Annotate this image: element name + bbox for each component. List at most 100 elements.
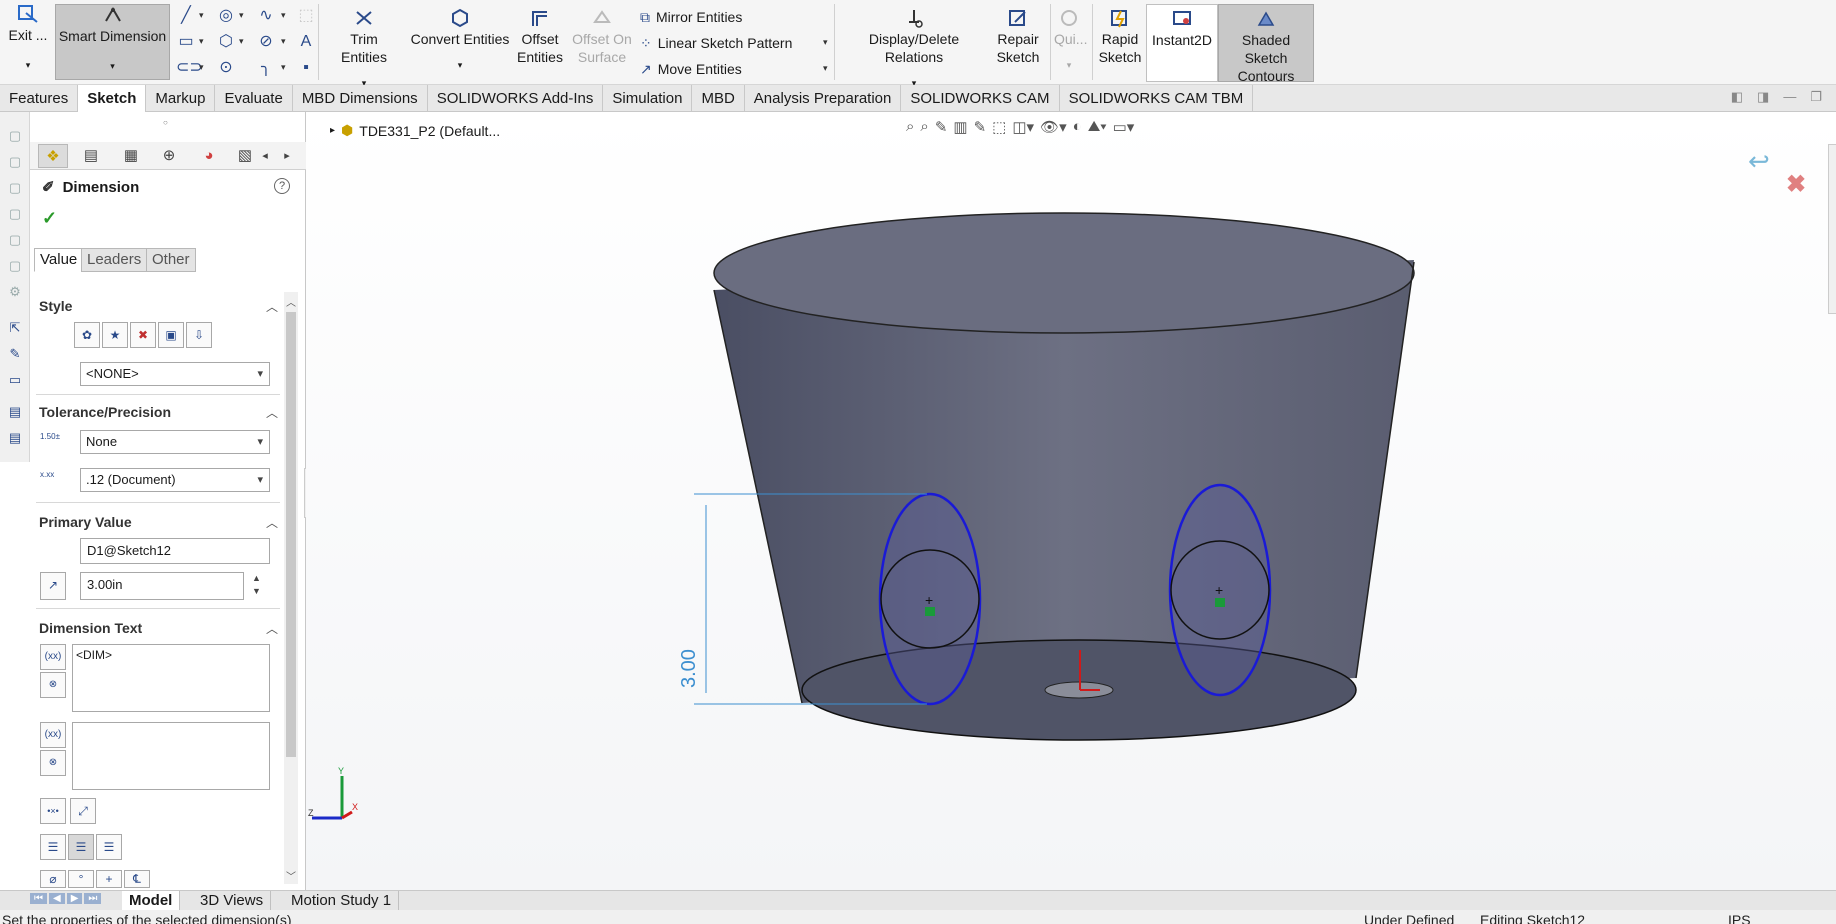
confirmation-corner[interactable]: ↩: [1748, 146, 1770, 177]
dimension-value-label[interactable]: 3.00: [678, 649, 701, 688]
pm-scrollbar-thumb[interactable]: [286, 312, 296, 757]
dimension-name-field[interactable]: D1@Sketch12: [80, 538, 270, 564]
convert-dropdown-icon[interactable]: ▾: [410, 56, 510, 74]
offset-on-surface-button[interactable]: Offset On Surface: [570, 8, 634, 66]
circle-dropdown-icon[interactable]: ▾: [239, 10, 244, 21]
previous-view-icon[interactable]: ✎: [935, 118, 948, 136]
ellipse-icon[interactable]: ⊘: [256, 32, 276, 52]
apply-style-icon[interactable]: ✿: [74, 322, 100, 348]
display-style-icon[interactable]: ◫▾: [1012, 118, 1034, 136]
spline-icon[interactable]: ∿: [256, 6, 276, 26]
tab-model[interactable]: Model: [122, 891, 181, 911]
rapid-sketch-button[interactable]: Rapid Sketch: [1096, 8, 1144, 66]
task-pane-edge[interactable]: [1828, 144, 1836, 314]
dimension-text-field-lower[interactable]: [72, 722, 270, 790]
convert-entities-button[interactable]: Convert Entities ▾: [410, 8, 510, 74]
dynamic-annotation-icon[interactable]: ✎: [974, 118, 987, 136]
instant2d-button[interactable]: Instant2D: [1146, 4, 1218, 82]
select-icon[interactable]: ⇱: [6, 320, 24, 336]
feature-tree-flyout[interactable]: ▸ ⬢ TDE331_P2 (Default...: [330, 122, 500, 139]
add-style-icon[interactable]: ★: [102, 322, 128, 348]
layers-icon[interactable]: ▤: [6, 404, 24, 420]
offset-text-icon[interactable]: ⤢: [70, 798, 96, 824]
feature-manager-tab-icon[interactable]: ❖: [38, 144, 68, 168]
scroll-up-icon[interactable]: ︿: [286, 294, 296, 309]
tab-solidworks-add-ins[interactable]: SOLIDWORKS Add-Ins: [428, 85, 604, 112]
configuration-manager-tab-icon[interactable]: ▦: [116, 144, 146, 168]
slot-dropdown-icon[interactable]: ▾: [199, 62, 204, 73]
section-view-icon[interactable]: ▥: [953, 118, 967, 136]
line-dropdown-icon[interactable]: ▾: [199, 10, 204, 21]
settings-icon[interactable]: ⚙: [6, 284, 24, 300]
document-icon[interactable]: ▢: [6, 154, 24, 170]
dimxpert-tab-icon[interactable]: ⊕: [154, 144, 184, 168]
polygon-icon[interactable]: ⬡: [216, 32, 236, 52]
text-icon[interactable]: A: [296, 32, 316, 52]
tab-nav-buttons[interactable]: ⏮ ◀ ▶ ⏭: [30, 893, 102, 904]
style-select[interactable]: <NONE> ▾: [80, 362, 270, 386]
collapse-icon[interactable]: ︿: [266, 298, 278, 315]
sketch-ellipse-left[interactable]: +: [878, 492, 982, 706]
polygon-dropdown-icon[interactable]: ▾: [239, 36, 244, 47]
scroll-left-icon[interactable]: ◂: [258, 144, 272, 168]
add-parentheses-icon[interactable]: (xx): [40, 644, 66, 670]
tab-motion-study[interactable]: Motion Study 1: [284, 891, 400, 911]
rectangle-icon[interactable]: ▭: [176, 32, 196, 52]
zoom-to-area-icon[interactable]: ⌕: [920, 118, 928, 136]
mirror-entities-button[interactable]: ⧉ Mirror Entities: [640, 6, 742, 28]
tab-markup[interactable]: Markup: [146, 85, 216, 112]
load-style-icon[interactable]: ⇩: [186, 322, 212, 348]
spline-dropdown-icon[interactable]: ▾: [281, 10, 286, 21]
add-parentheses-icon[interactable]: (xx): [40, 722, 66, 748]
line-icon[interactable]: ╱: [176, 6, 196, 26]
units-indicator[interactable]: IPS: [1728, 912, 1751, 924]
inspection-dimension-icon[interactable]: ⊗: [40, 672, 66, 698]
display-manager-tab-icon[interactable]: ◕: [194, 144, 224, 168]
sketch-edit-icon[interactable]: ✎: [6, 346, 24, 362]
align-left-icon[interactable]: ☰: [40, 834, 66, 860]
help-icon[interactable]: ?: [274, 178, 290, 194]
minimize-icon[interactable]: —: [1783, 89, 1796, 105]
diameter-symbol-icon[interactable]: ⌀: [40, 870, 66, 888]
dimension-text-field[interactable]: <DIM>: [72, 644, 270, 712]
slot-icon[interactable]: ⊂⊃: [176, 58, 203, 78]
inspection-dimension-icon[interactable]: ⊗: [40, 750, 66, 776]
tab-simulation[interactable]: Simulation: [603, 85, 693, 112]
reverse-direction-icon[interactable]: ↗: [40, 572, 66, 600]
cam-tab-icon[interactable]: ▧: [230, 144, 260, 168]
linear-pattern-dropdown-icon[interactable]: ▾: [823, 37, 828, 48]
value-spinner-icon[interactable]: ▲ ▼: [252, 572, 261, 598]
document-icon[interactable]: ▢: [6, 128, 24, 144]
tab-analysis-preparation[interactable]: Analysis Preparation: [745, 85, 902, 112]
apply-scene-icon[interactable]: ⛰▾: [1088, 118, 1107, 136]
exit-sketch-button[interactable]: Exit ... ▾: [4, 4, 52, 80]
graphics-area[interactable]: + + 3.00 Y Z X ↩ ✖: [306, 112, 1836, 890]
scroll-right-icon[interactable]: ▸: [280, 144, 294, 168]
cancel-icon[interactable]: ✖: [1786, 170, 1806, 199]
tab-value[interactable]: Value: [34, 248, 84, 272]
document-icon[interactable]: ▢: [6, 232, 24, 248]
layers-icon[interactable]: ▤: [6, 430, 24, 446]
collapse-icon[interactable]: ︿: [266, 404, 278, 421]
delete-style-icon[interactable]: ✖: [130, 322, 156, 348]
centerpoint-icon[interactable]: ⊙: [216, 58, 236, 78]
tab-mbd-dimensions[interactable]: MBD Dimensions: [293, 85, 428, 112]
panel-collapse-handle[interactable]: ○: [163, 118, 168, 127]
tab-solidworks-cam[interactable]: SOLIDWORKS CAM: [901, 85, 1060, 112]
move-dropdown-icon[interactable]: ▾: [823, 63, 828, 74]
sketch-ellipse-right[interactable]: +: [1168, 483, 1272, 697]
tolerance-select[interactable]: None ▾: [80, 430, 270, 454]
restore-left-icon[interactable]: ◧: [1731, 89, 1743, 105]
tab-evaluate[interactable]: Evaluate: [215, 85, 293, 112]
scroll-down-icon[interactable]: ﹀: [286, 868, 296, 883]
fillet-dropdown-icon[interactable]: ▾: [281, 62, 286, 73]
tab-3d-views[interactable]: 3D Views: [193, 891, 272, 911]
collapse-icon[interactable]: ︿: [266, 514, 278, 531]
repair-sketch-button[interactable]: Repair Sketch: [992, 8, 1044, 66]
zoom-to-fit-icon[interactable]: ⌕: [906, 118, 914, 136]
dimension-value-field[interactable]: 3.00in: [80, 572, 244, 600]
edit-appearance-icon[interactable]: ◐: [1073, 118, 1082, 136]
view-settings-icon[interactable]: ▭▾: [1113, 118, 1135, 136]
restore-right-icon[interactable]: ◨: [1757, 89, 1769, 105]
centerline-symbol-icon[interactable]: ℄: [124, 870, 150, 888]
